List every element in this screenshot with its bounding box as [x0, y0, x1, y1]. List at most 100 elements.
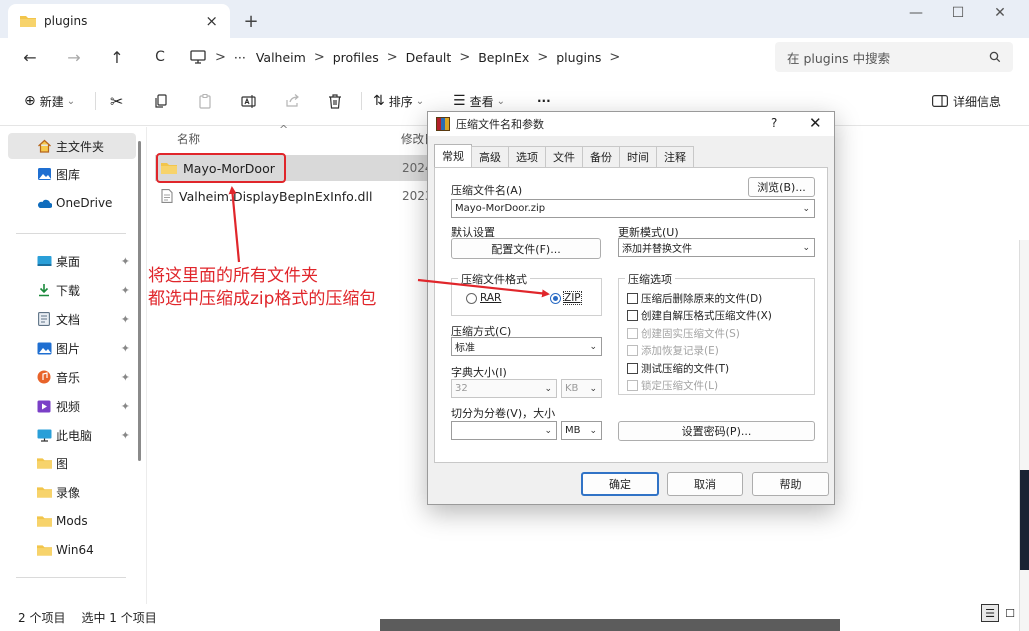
archive-options-label: 压缩选项 — [625, 271, 675, 287]
sidebar-item-folder-tu[interactable]: 图 — [8, 450, 136, 476]
dialog-close-button[interactable]: ✕ — [809, 114, 822, 132]
tab-advanced[interactable]: 高级 — [471, 146, 509, 167]
sidebar-item-videos[interactable]: 视频 ✦ — [8, 393, 136, 419]
tab-files[interactable]: 文件 — [545, 146, 583, 167]
minimize-button[interactable]: — — [895, 2, 937, 24]
format-rar-radio[interactable]: RAR — [466, 292, 501, 304]
format-zip-radio[interactable]: ZIP — [550, 291, 582, 305]
pin-icon[interactable]: ✦ — [121, 371, 130, 384]
tab-time[interactable]: 时间 — [619, 146, 657, 167]
column-header-name[interactable]: 名称 — [177, 131, 200, 147]
sidebar-item-desktop[interactable]: 桌面 ✦ — [8, 248, 136, 274]
sort-button[interactable]: ⇅ 排序 ⌄ — [373, 90, 424, 112]
details-pane-button[interactable]: 详细信息 — [932, 90, 1001, 112]
update-mode-select[interactable]: 添加并替换文件 ⌄ — [618, 238, 815, 257]
breadcrumb-valheim[interactable]: Valheim — [256, 50, 306, 65]
new-button[interactable]: ⊕ 新建 ⌄ — [24, 90, 75, 112]
sidebar-item-music[interactable]: 音乐 ✦ — [8, 364, 136, 390]
option-test-files[interactable]: 测试压缩的文件(T) — [627, 361, 729, 376]
split-size-input[interactable]: ⌄ — [451, 421, 557, 440]
tab-general[interactable]: 常规 — [434, 144, 472, 167]
checkbox-icon — [627, 363, 638, 374]
download-icon — [36, 283, 52, 297]
chevron-down-icon: ⌄ — [802, 242, 810, 253]
breadcrumb-overflow[interactable]: ··· — [234, 50, 246, 65]
sidebar-item-gallery[interactable]: 图库 — [8, 161, 136, 187]
sidebar-item-folder-win64[interactable]: Win64 — [8, 537, 136, 563]
copy-button[interactable] — [154, 90, 168, 112]
address-bar[interactable]: > ··· Valheim > profiles > Default > Bep… — [190, 42, 766, 72]
split-unit-select[interactable]: MB ⌄ — [561, 421, 602, 440]
pin-icon[interactable]: ✦ — [121, 342, 130, 355]
breadcrumb-plugins[interactable]: plugins — [556, 50, 601, 65]
option-create-sfx[interactable]: 创建自解压格式压缩文件(X) — [627, 308, 772, 323]
split-volumes-label: 切分为分卷(V)，大小 — [451, 407, 556, 420]
option-delete-after[interactable]: 压缩后删除原来的文件(D) — [627, 291, 762, 306]
tab-comment[interactable]: 注释 — [656, 146, 694, 167]
pin-icon[interactable]: ✦ — [121, 429, 130, 442]
view-button[interactable]: ☰ 查看 ⌄ — [453, 90, 505, 112]
background-taskbar-fragment — [380, 619, 840, 631]
pin-icon[interactable]: ✦ — [121, 284, 130, 297]
new-tab-button[interactable]: + — [238, 8, 264, 34]
pin-icon[interactable]: ✦ — [121, 313, 130, 326]
details-pane-label: 详细信息 — [953, 94, 1002, 109]
dialog-title-bar: 压缩文件名和参数 ? ✕ — [428, 112, 834, 136]
tab-plugins[interactable]: plugins × — [8, 4, 230, 38]
breadcrumb-default[interactable]: Default — [406, 50, 452, 65]
pin-icon[interactable]: ✦ — [121, 255, 130, 268]
tiles-view-button[interactable]: ☐ — [1001, 604, 1019, 622]
sidebar-item-pictures[interactable]: 图片 ✦ — [8, 335, 136, 361]
share-button[interactable] — [285, 90, 300, 112]
pin-icon[interactable]: ✦ — [121, 400, 130, 413]
sidebar-item-folder-mods[interactable]: Mods — [8, 508, 136, 534]
option-lock-archive[interactable]: 锁定压缩文件(L) — [627, 378, 718, 393]
home-icon — [36, 139, 52, 153]
tab-backup[interactable]: 备份 — [582, 146, 620, 167]
search-input[interactable]: 在 plugins 中搜索 — [775, 42, 1013, 72]
tab-options[interactable]: 选项 — [508, 146, 546, 167]
cut-button[interactable]: ✂ — [110, 90, 123, 112]
breadcrumb-separator: > — [313, 49, 325, 65]
this-pc-icon — [36, 428, 52, 442]
more-options-button[interactable]: ··· — [537, 90, 551, 112]
browse-button[interactable]: 浏览(B)... — [748, 177, 815, 197]
sidebar-item-this-pc[interactable]: 此电脑 ✦ — [8, 422, 136, 448]
breadcrumb-bepinex[interactable]: BepInEx — [478, 50, 529, 65]
close-button[interactable]: ✕ — [979, 2, 1021, 24]
compression-method-select[interactable]: 标准 ⌄ — [451, 337, 602, 356]
option-recovery-record[interactable]: 添加恢复记录(E) — [627, 343, 719, 358]
tab-close-icon[interactable]: × — [205, 12, 218, 30]
ok-button[interactable]: 确定 — [581, 472, 659, 496]
forward-button[interactable]: → — [60, 44, 88, 70]
set-password-button[interactable]: 设置密码(P)... — [618, 421, 815, 441]
back-button[interactable]: ← — [16, 44, 44, 70]
sidebar-item-folder-luxiang[interactable]: 录像 — [8, 479, 136, 505]
onedrive-icon — [36, 196, 52, 210]
breadcrumb-separator: > — [386, 49, 398, 65]
sidebar-item-home[interactable]: 主文件夹 — [8, 133, 136, 159]
sidebar-scrollbar[interactable] — [138, 141, 141, 461]
sidebar-item-downloads[interactable]: 下载 ✦ — [8, 277, 136, 303]
sidebar-item-label: 下载 — [56, 283, 81, 298]
refresh-button[interactable]: C — [146, 44, 174, 70]
navigation-pane: 主文件夹 图库 > OneDrive 桌面 ✦ 下载 ✦ 文档 ✦ — [0, 127, 145, 604]
dialog-help-button[interactable]: ? — [771, 116, 777, 130]
sidebar-item-documents[interactable]: 文档 ✦ — [8, 306, 136, 332]
profiles-button[interactable]: 配置文件(F)... — [451, 238, 601, 259]
dictionary-unit-select[interactable]: KB ⌄ — [561, 379, 602, 398]
details-view-button[interactable]: ☰ — [981, 604, 999, 622]
up-button[interactable]: ↑ — [103, 44, 131, 70]
rename-button[interactable] — [241, 90, 257, 112]
archive-name-input[interactable]: Mayo-MorDoor.zip ⌄ — [451, 199, 815, 218]
dictionary-size-select[interactable]: 32 ⌄ — [451, 379, 557, 398]
maximize-button[interactable]: ☐ — [937, 2, 979, 24]
delete-button[interactable] — [328, 90, 342, 112]
help-button[interactable]: 帮助 — [752, 472, 829, 496]
breadcrumb-profiles[interactable]: profiles — [333, 50, 379, 65]
sidebar-item-onedrive[interactable]: > OneDrive — [8, 190, 136, 216]
paste-button[interactable] — [198, 90, 212, 112]
cancel-button[interactable]: 取消 — [667, 472, 743, 496]
chevron-down-icon[interactable]: ⌄ — [802, 204, 810, 214]
option-solid[interactable]: 创建固实压缩文件(S) — [627, 326, 740, 341]
